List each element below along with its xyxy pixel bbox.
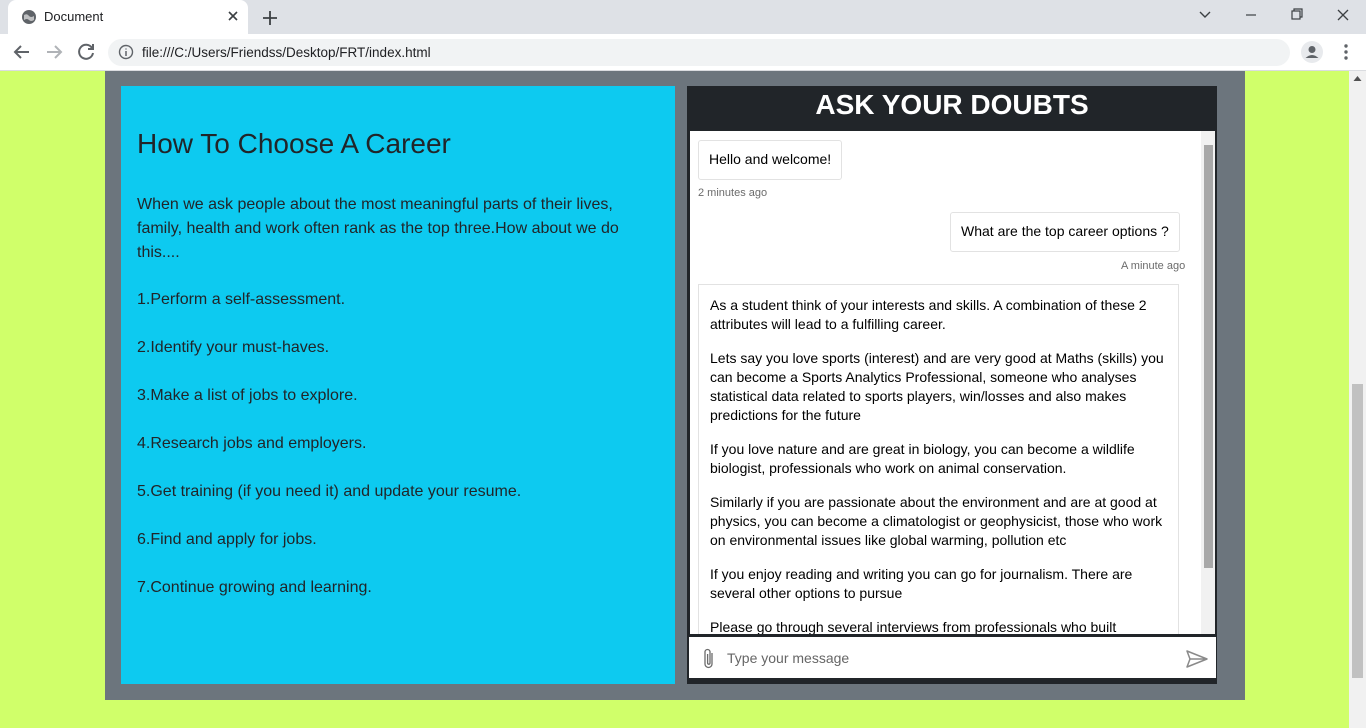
career-step: 6.Find and apply for jobs. bbox=[137, 531, 317, 548]
address-bar[interactable]: file:///C:/Users/Friendss/Desktop/FRT/in… bbox=[108, 39, 1290, 66]
career-info-panel: How To Choose A Career When we ask peopl… bbox=[121, 86, 675, 684]
profile-icon[interactable] bbox=[1300, 40, 1324, 64]
bot-message-paragraph: Please go through several interviews fro… bbox=[710, 619, 1117, 635]
career-step: 1.Perform a self-assessment. bbox=[137, 291, 346, 308]
bot-message-paragraph: As a student think of your interests and… bbox=[710, 297, 1147, 332]
page-container: How To Choose A Career When we ask peopl… bbox=[105, 71, 1245, 700]
globe-icon bbox=[22, 10, 36, 24]
career-step: 3.Make a list of jobs to explore. bbox=[137, 387, 358, 404]
browser-tab[interactable]: Document bbox=[8, 0, 248, 34]
tab-title: Document bbox=[44, 9, 104, 24]
bot-message-text: Hello and welcome! bbox=[709, 151, 832, 167]
close-window-icon[interactable] bbox=[1320, 0, 1366, 30]
chat-header: ASK YOUR DOUBTS bbox=[815, 89, 1089, 120]
browser-tabbar: Document bbox=[0, 0, 1366, 34]
career-intro: When we ask people about the most meanin… bbox=[137, 196, 619, 261]
bot-message-paragraph: If you love nature and are great in biol… bbox=[710, 441, 1135, 476]
message-time: 2 minutes ago bbox=[698, 187, 768, 199]
bot-message-paragraph: Similarly if you are passionate about th… bbox=[710, 494, 1163, 548]
reload-icon[interactable] bbox=[74, 40, 98, 64]
career-step: 4.Research jobs and employers. bbox=[137, 435, 367, 452]
user-message-text: What are the top career options ? bbox=[961, 223, 1169, 239]
bot-message: As a student think of your interests and… bbox=[698, 284, 1179, 635]
back-arrow-icon[interactable] bbox=[10, 40, 34, 64]
career-step: 2.Identify your must-haves. bbox=[137, 339, 330, 356]
chat-input-bar bbox=[689, 637, 1216, 678]
career-step: 7.Continue growing and learning. bbox=[137, 579, 372, 596]
bot-message-paragraph: If you enjoy reading and writing you can… bbox=[710, 566, 1133, 601]
close-icon[interactable] bbox=[225, 8, 241, 24]
scroll-up-arrow-icon[interactable] bbox=[1353, 75, 1362, 82]
message-time: A minute ago bbox=[1121, 260, 1186, 272]
url-text[interactable]: file:///C:/Users/Friendss/Desktop/FRT/in… bbox=[142, 45, 431, 60]
info-icon[interactable] bbox=[118, 44, 134, 60]
page-scrollbar-thumb[interactable] bbox=[1352, 384, 1363, 678]
bot-message: Hello and welcome! bbox=[698, 140, 843, 180]
send-icon[interactable] bbox=[1185, 649, 1209, 669]
bot-message-paragraph: Lets say you love sports (interest) and … bbox=[710, 350, 1164, 423]
career-step: 5.Get training (if you need it) and upda… bbox=[137, 483, 522, 500]
restore-icon[interactable] bbox=[1274, 0, 1320, 30]
career-title: How To Choose A Career bbox=[137, 128, 451, 159]
chat-messages[interactable]: Hello and welcome! 2 minutes ago What ar… bbox=[689, 130, 1216, 635]
minimize-icon[interactable] bbox=[1228, 0, 1274, 30]
user-message: What are the top career options ? bbox=[950, 212, 1180, 252]
paperclip-icon[interactable] bbox=[699, 647, 719, 671]
browser-toolbar: file:///C:/Users/Friendss/Desktop/FRT/in… bbox=[0, 34, 1366, 71]
chat-widget: ASK YOUR DOUBTS Hello and welcome! 2 min… bbox=[687, 86, 1217, 684]
forward-arrow-icon[interactable] bbox=[42, 40, 66, 64]
more-menu-icon[interactable] bbox=[1334, 40, 1358, 64]
new-tab-icon[interactable] bbox=[259, 7, 281, 29]
chevron-down-icon[interactable] bbox=[1182, 0, 1228, 30]
message-input[interactable] bbox=[727, 645, 1167, 671]
chat-scrollbar-thumb[interactable] bbox=[1204, 145, 1213, 568]
